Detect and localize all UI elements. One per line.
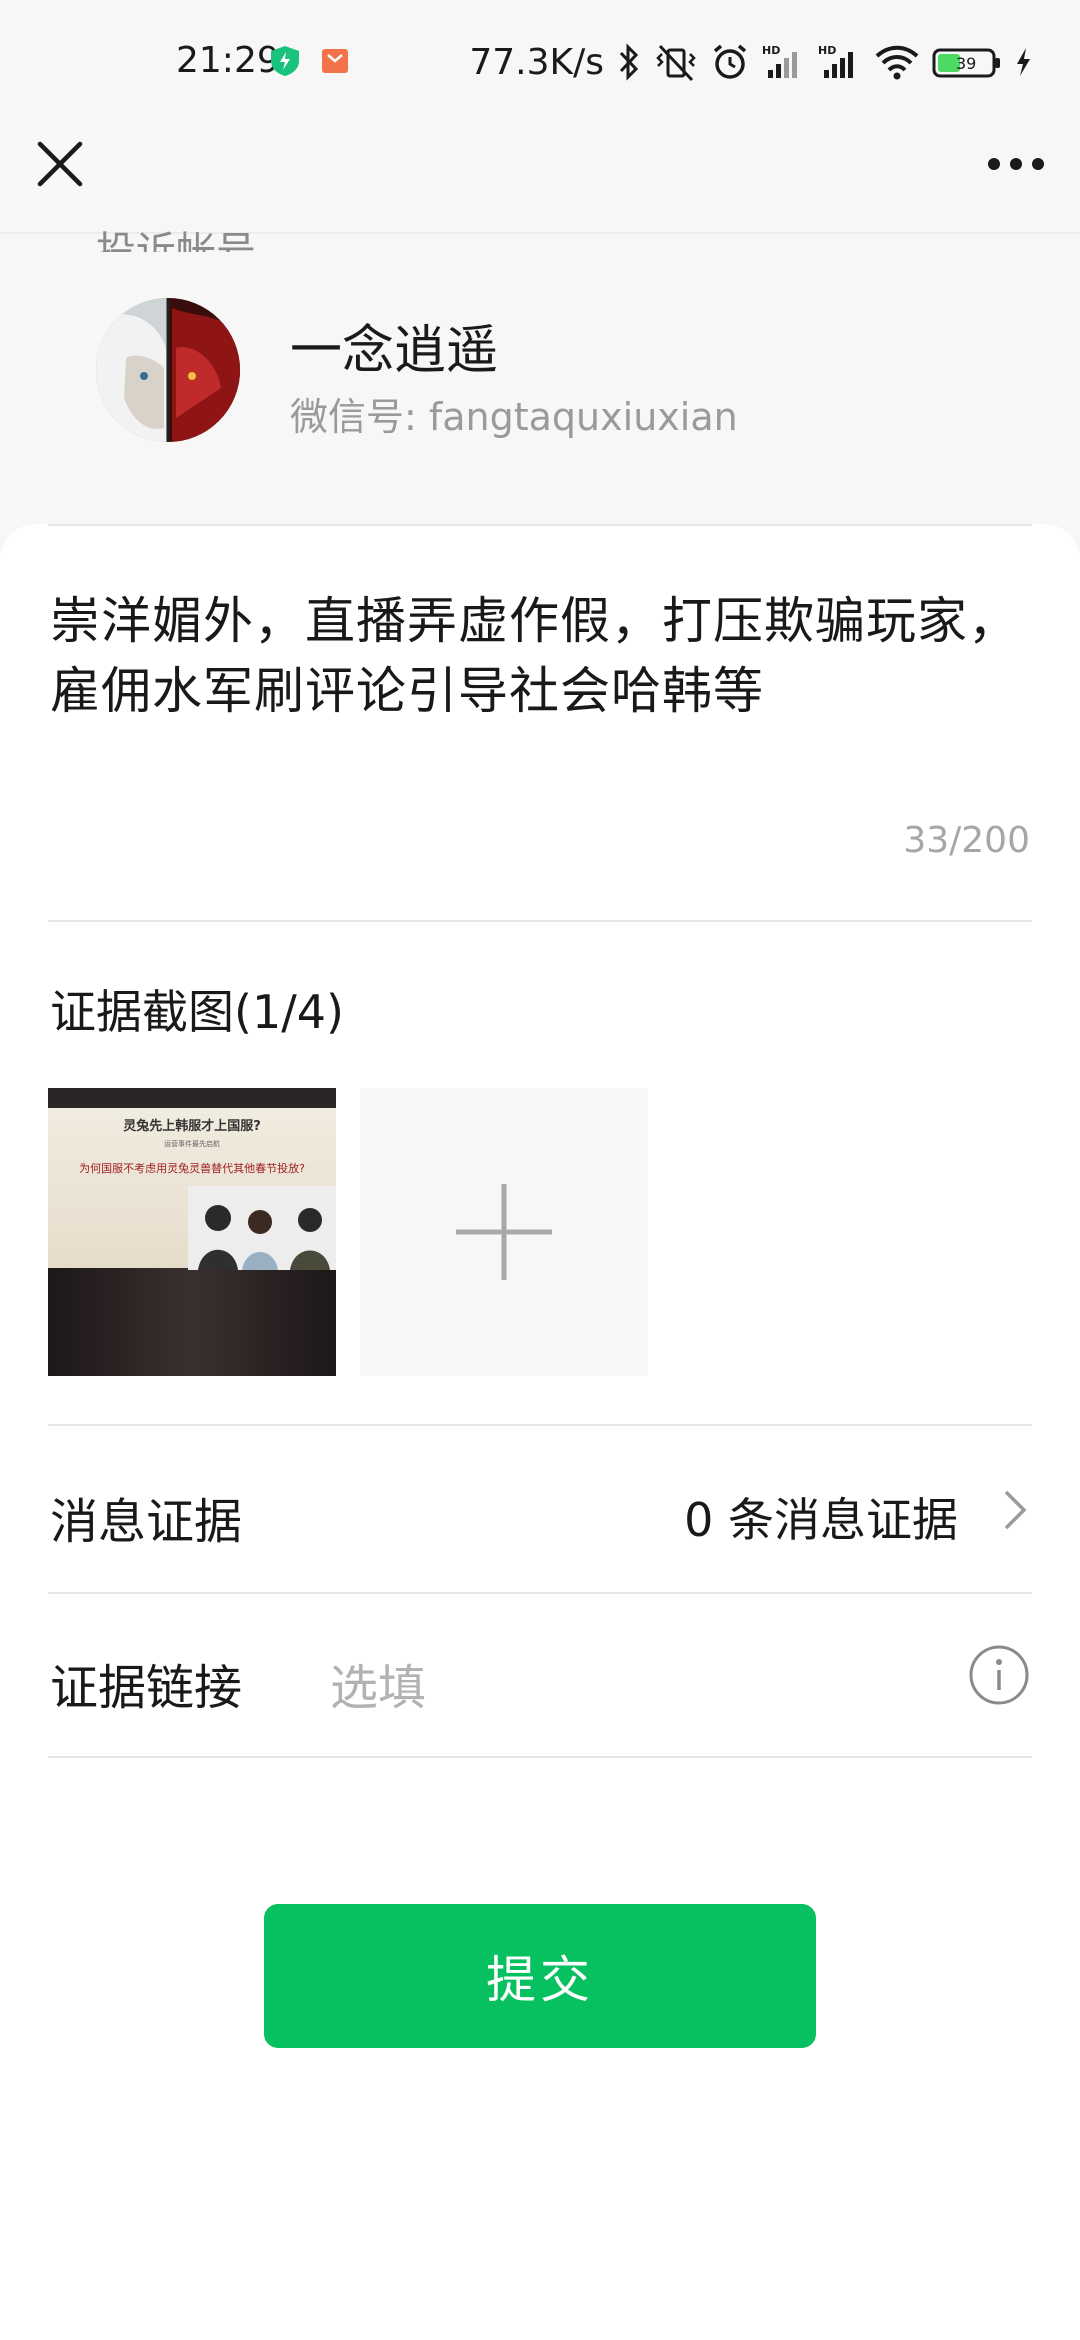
alarm-icon [713,44,747,79]
divider [48,524,1032,526]
plus-icon [456,1184,552,1280]
app-notification-icon [322,49,348,73]
account-wechat-id: 微信号: fangtaquxiuxian [290,395,738,439]
message-evidence-value: 0 条消息证据 [684,1493,958,1547]
svg-text:HD: HD [762,44,780,57]
message-evidence-label: 消息证据 [50,1494,243,1550]
info-icon[interactable] [968,1644,1030,1706]
thumbnail-subline: 运营事件最先启航 [164,1139,220,1148]
evidence-link-input[interactable]: 选填 [330,1648,426,1718]
status-bar: 21:29 77.3K/s HD HD 39 [0,0,1080,124]
more-icon[interactable] [984,146,1048,182]
divider [48,920,1032,922]
divider [48,1756,1032,1758]
wifi-icon [875,45,919,80]
evidence-screenshots-title: 证据截图(1/4) [50,985,344,1039]
avatar [96,298,240,442]
status-right-cluster: 77.3K/s HD HD 39 [469,36,1032,88]
network-speed: 77.3K/s [469,41,604,83]
thumbnail-question: 为何国服不考虑用灵兔灵兽替代其他春节投放? [79,1161,305,1175]
evidence-thumbnail[interactable]: 灵兔先上韩服才上国服? 运营事件最先启航 为何国服不考虑用灵兔灵兽替代其他春节投… [48,1088,336,1376]
evidence-link-label: 证据链接 [50,1660,243,1716]
thumbnail-headline: 灵兔先上韩服才上国服? [123,1118,261,1134]
submit-button[interactable]: 提交 [264,1904,816,2048]
add-screenshot-button[interactable] [360,1088,648,1376]
report-description-input[interactable]: 崇洋媚外，直播弄虚作假，打压欺骗玩家，雇佣水军刷评论引导社会哈韩等 [50,586,1030,726]
account-section-label: 投诉帐号 [96,229,256,252]
bluetooth-icon [619,43,639,81]
account-name: 一念逍遥 [290,321,499,381]
close-icon[interactable] [28,132,92,196]
signal-hd-icon: HD [762,44,797,78]
report-form-card: 崇洋媚外，直播弄虚作假，打压欺骗玩家，雇佣水军刷评论引导社会哈韩等 33/200… [0,524,1080,2340]
vibrate-off-icon [656,44,696,82]
svg-text:HD: HD [818,44,836,57]
char-counter: 33/200 [903,820,1030,861]
charging-icon [1017,48,1030,76]
avatar-image [96,298,240,442]
signal-hd-icon: HD [818,44,853,78]
report-page: 21:29 77.3K/s HD HD 39 投诉帐号 一念逍遥 微信号: fa… [0,0,1080,2340]
shield-icon [271,46,299,76]
chevron-right-icon [1004,1490,1027,1530]
battery-level: 39 [956,54,976,73]
battery-icon: 39 [932,48,1000,78]
divider [48,1424,1032,1426]
status-time: 21:29 [176,40,280,81]
evidence-image: 灵兔先上韩服才上国服? 运营事件最先启航 为何国服不考虑用灵兔灵兽替代其他春节投… [48,1088,336,1376]
divider [48,1592,1032,1594]
